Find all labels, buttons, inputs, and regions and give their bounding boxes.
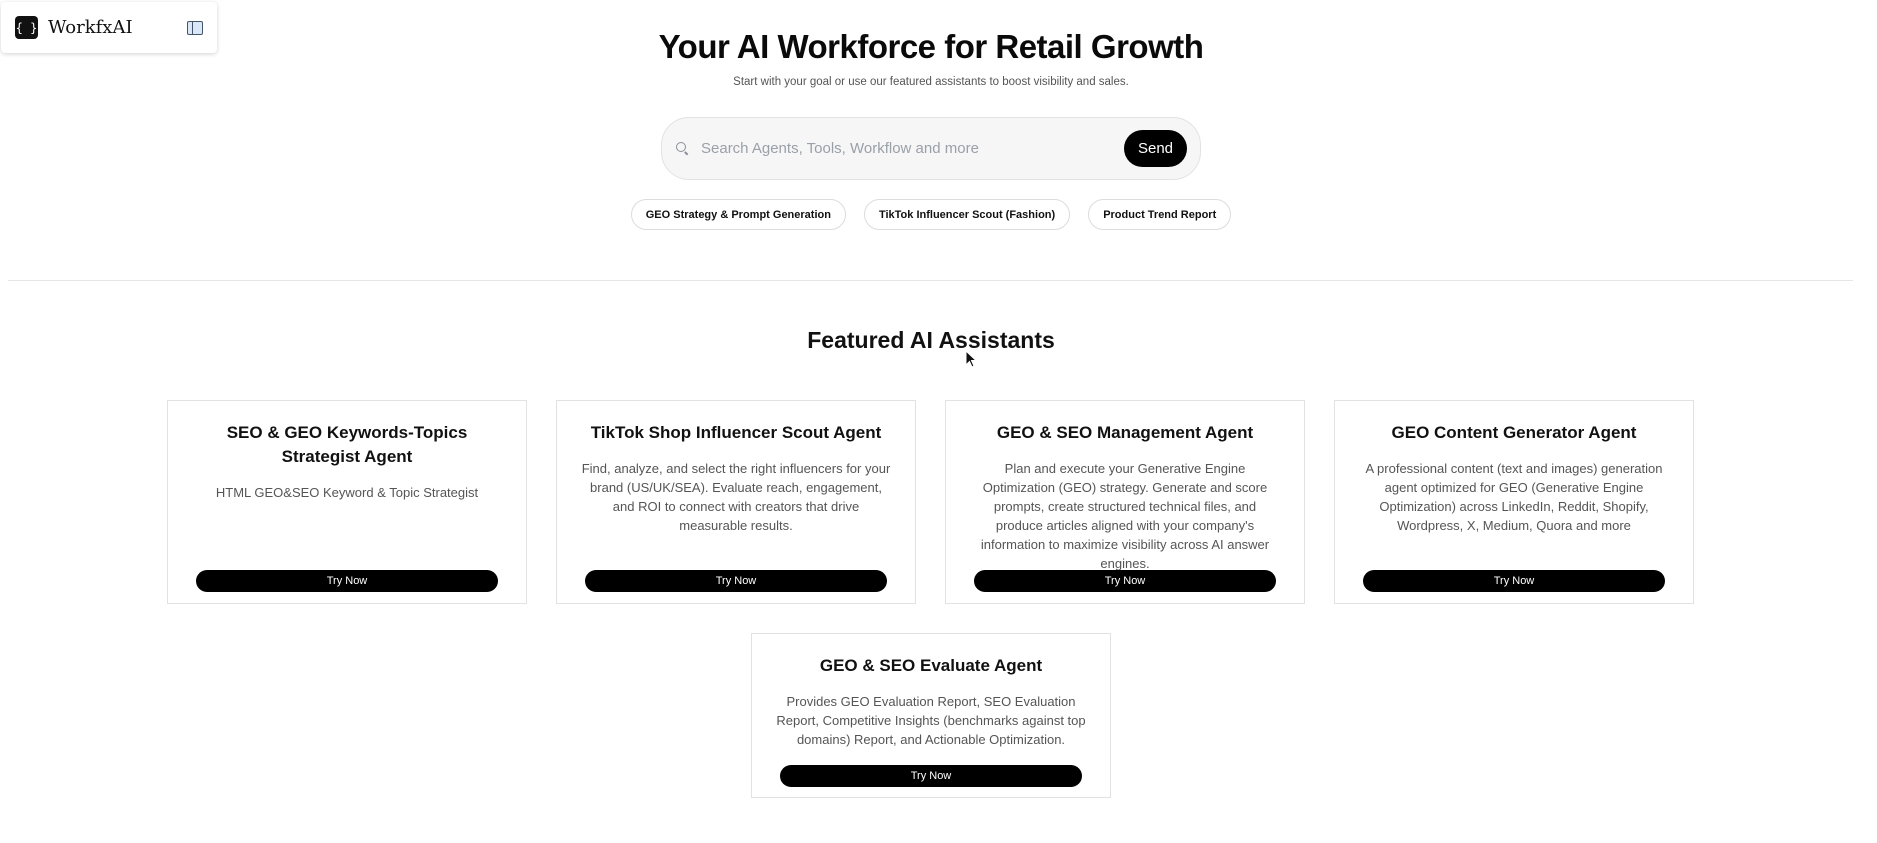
search-bar[interactable]: Send xyxy=(661,117,1201,180)
assistant-card: SEO & GEO Keywords-Topics Strategist Age… xyxy=(167,400,527,604)
assistant-card: GEO Content Generator Agent A profession… xyxy=(1334,400,1694,604)
card-title: GEO Content Generator Agent xyxy=(1391,423,1637,442)
card-description: Plan and execute your Generative Engine … xyxy=(980,461,1270,571)
suggestion-chips: GEO Strategy & Prompt Generation TikTok … xyxy=(0,199,1862,230)
try-now-button[interactable]: Try Now xyxy=(585,570,887,592)
page-subtitle: Start with your goal or use our featured… xyxy=(733,76,1129,88)
assistant-card: TikTok Shop Influencer Scout Agent Find,… xyxy=(556,400,916,604)
card-title: GEO & SEO Management Agent xyxy=(996,423,1254,442)
chip-geo-strategy[interactable]: GEO Strategy & Prompt Generation xyxy=(630,199,846,230)
page-title: Your AI Workforce for Retail Growth xyxy=(658,28,1204,65)
search-icon xyxy=(675,141,690,156)
card-description: HTML GEO&SEO Keyword & Topic Strategist xyxy=(215,485,479,500)
search-input[interactable] xyxy=(699,139,1124,158)
assistant-card: GEO & SEO Management Agent Plan and exec… xyxy=(945,400,1305,604)
send-button[interactable]: Send xyxy=(1124,130,1187,167)
featured-section-title: Featured AI Assistants xyxy=(807,327,1055,353)
try-now-button[interactable]: Try Now xyxy=(780,765,1082,787)
card-description: Provides GEO Evaluation Report, SEO Eval… xyxy=(776,694,1086,747)
card-title: TikTok Shop Influencer Scout Agent xyxy=(590,423,882,442)
chip-product-trend-report[interactable]: Product Trend Report xyxy=(1088,199,1232,230)
try-now-button[interactable]: Try Now xyxy=(974,570,1276,592)
section-divider xyxy=(8,280,1853,281)
card-description: Find, analyze, and select the right infl… xyxy=(581,461,891,533)
card-title: SEO & GEO Keywords-Topics Strategist Age… xyxy=(226,423,468,466)
mouse-pointer-icon xyxy=(965,350,977,368)
try-now-button[interactable]: Try Now xyxy=(196,570,498,592)
chip-tiktok-influencer-scout[interactable]: TikTok Influencer Scout (Fashion) xyxy=(863,199,1071,230)
try-now-button[interactable]: Try Now xyxy=(1363,570,1665,592)
card-description: A professional content (text and images)… xyxy=(1365,461,1663,533)
card-title: GEO & SEO Evaluate Agent xyxy=(819,656,1043,675)
assistant-card: GEO & SEO Evaluate Agent Provides GEO Ev… xyxy=(751,633,1111,798)
